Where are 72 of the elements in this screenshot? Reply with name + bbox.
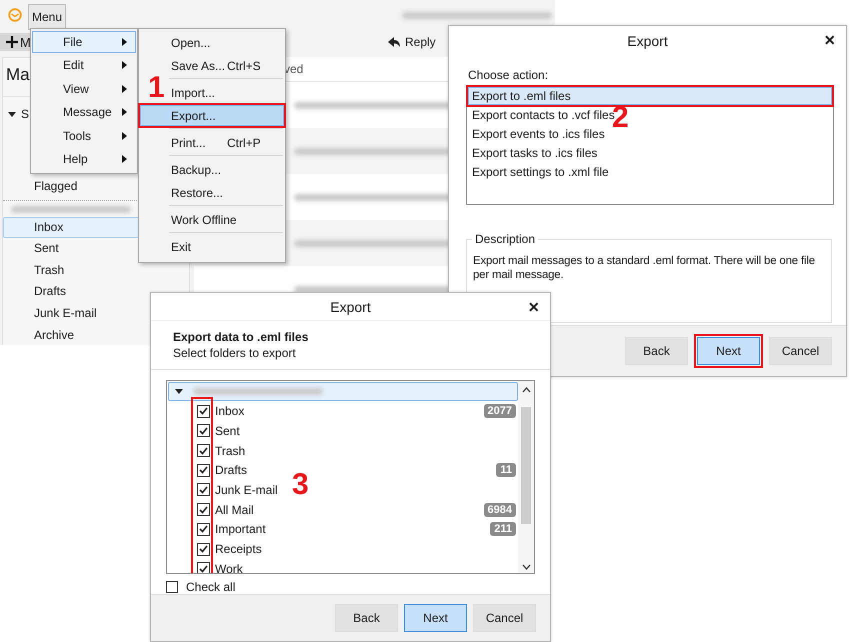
dialog-title: Export (627, 33, 668, 49)
dialog-button[interactable]: Next (404, 604, 467, 632)
folder-name: Work (215, 562, 243, 574)
menu-item[interactable]: Message (32, 101, 136, 124)
checkbox[interactable] (197, 522, 210, 536)
scrollbar[interactable] (518, 381, 534, 574)
count-badge: 11 (496, 463, 516, 478)
dialog-subheading: Select folders to export (173, 345, 297, 362)
menu-item[interactable]: Exit (168, 236, 228, 257)
sidebar-item[interactable]: Trash (3, 260, 189, 282)
checkbox[interactable] (197, 404, 210, 418)
group-label: S (21, 107, 30, 121)
checkbox[interactable] (197, 483, 210, 496)
menu-item[interactable]: File (32, 31, 136, 53)
reply-arrow-icon (388, 36, 401, 48)
count-badge: 211 (490, 522, 516, 536)
list-item[interactable]: Export tasks to .ics files (468, 144, 598, 162)
count-badge: 6984 (484, 502, 516, 517)
checkbox[interactable] (197, 503, 210, 516)
menu-item[interactable]: Open... (168, 32, 228, 53)
dialog-button[interactable]: Back (335, 604, 398, 632)
dialog-title: Export (330, 298, 371, 315)
dialog-button[interactable]: Back (625, 337, 688, 365)
close-button[interactable]: × (821, 30, 838, 50)
menu-item[interactable]: Backup... (168, 159, 228, 180)
folder-name: Inbox (215, 404, 244, 418)
checkbox[interactable] (197, 562, 210, 574)
dialog-button[interactable]: Cancel (769, 337, 832, 365)
expanded-triangle-icon[interactable] (175, 389, 183, 394)
submenu-arrow-icon (122, 154, 127, 163)
reply-button[interactable]: Reply (388, 33, 436, 51)
scroll-down-icon[interactable] (522, 564, 530, 570)
menu-button[interactable]: Menu (28, 4, 66, 30)
count-badge: 2077 (484, 404, 516, 418)
checkbox[interactable] (197, 542, 210, 556)
folder-name: Junk E-mail (215, 482, 278, 497)
folder-name: Receipts (215, 542, 262, 556)
dialog-button[interactable]: Next (697, 337, 760, 365)
checkbox[interactable] (197, 444, 210, 458)
submenu-arrow-icon (122, 38, 127, 46)
checkbox[interactable] (197, 464, 210, 477)
folder-name: Drafts (215, 463, 248, 478)
submenu-arrow-icon (122, 61, 127, 70)
description-text: Export mail messages to a standard .eml format. There will be one file per mail message. (473, 254, 816, 282)
field-label: Choose action: (468, 68, 550, 82)
submenu-arrow-icon (122, 84, 127, 93)
menu-item[interactable]: View (32, 78, 136, 100)
menu-item[interactable]: Restore... (168, 182, 228, 203)
list-item[interactable]: Export to .eml files (468, 87, 832, 105)
group-title: Description (472, 232, 538, 246)
menu-item[interactable]: Print... Ctrl+P (168, 132, 262, 153)
step-number: 3 (292, 470, 309, 500)
close-button[interactable]: × (525, 297, 542, 317)
menu-item[interactable]: Export... (140, 105, 284, 126)
menu-item[interactable]: Tools (32, 124, 136, 147)
list-item[interactable]: Export settings to .xml file (468, 163, 610, 181)
submenu-arrow-icon (122, 108, 127, 116)
folder-name: Important (215, 522, 266, 536)
dialog-button[interactable]: Cancel (473, 604, 536, 632)
folder-name: Trash (215, 444, 246, 458)
plus-icon (6, 36, 18, 48)
expanded-triangle-icon[interactable] (8, 112, 16, 116)
folder-name: Sent (215, 424, 240, 438)
scroll-up-icon[interactable] (522, 387, 530, 394)
checkbox[interactable] (166, 581, 178, 594)
list-item[interactable]: Export events to .ics files (468, 125, 606, 143)
folder-name: All Mail (215, 502, 254, 517)
dialog-heading: Export data to .eml files (173, 329, 310, 346)
checkbox[interactable] (197, 424, 210, 438)
submenu-arrow-icon (122, 132, 127, 140)
checkbox-label: Check all (186, 580, 236, 594)
menu-item[interactable]: Help (32, 148, 136, 170)
